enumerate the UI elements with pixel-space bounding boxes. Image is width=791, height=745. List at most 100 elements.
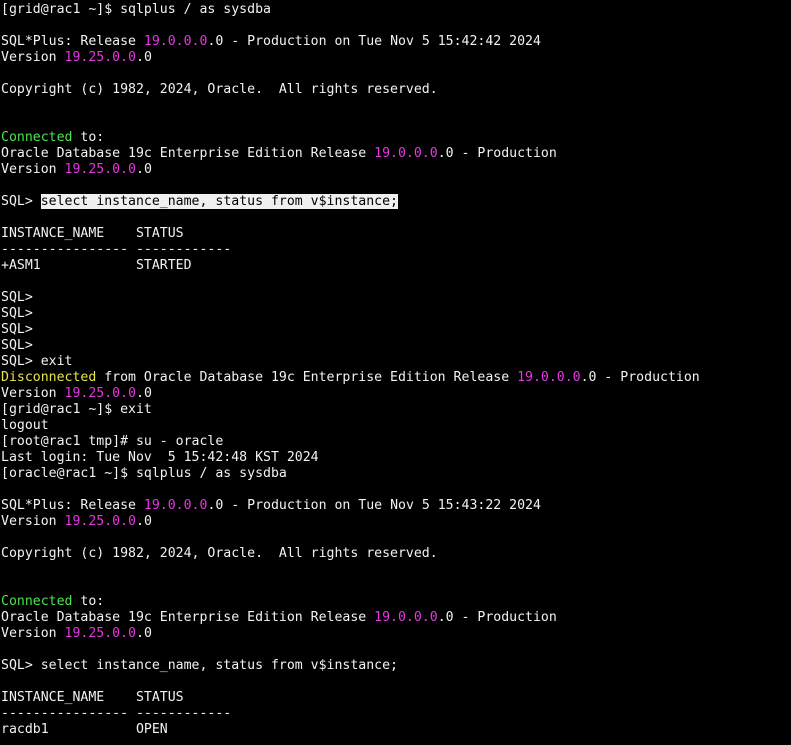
terminal-text: Oracle Database 19c Enterprise Edition R… bbox=[1, 146, 375, 161]
terminal-line: Version 19.25.0.0.0 bbox=[1, 50, 790, 66]
terminal-line: Connected to: bbox=[1, 130, 790, 146]
terminal-text: .0 bbox=[136, 386, 152, 401]
connected-status-text: Connected bbox=[1, 594, 73, 609]
terminal-line: ---------------- ------------ bbox=[1, 242, 790, 258]
terminal-line: Version 19.25.0.0.0 bbox=[1, 514, 790, 530]
terminal-text: [oracle@rac1 ~]$ sqlplus / as sysdba bbox=[1, 466, 287, 481]
terminal-text: SQL> exit bbox=[1, 354, 73, 369]
terminal-line: SQL> bbox=[1, 338, 790, 354]
terminal-text: Version bbox=[1, 50, 65, 65]
terminal-text: [grid@rac1 ~]$ exit bbox=[1, 402, 152, 417]
terminal-line: [root@rac1 tmp]# su - oracle bbox=[1, 434, 790, 450]
terminal-text: INSTANCE_NAME STATUS bbox=[1, 690, 184, 705]
terminal-line: Copyright (c) 1982, 2024, Oracle. All ri… bbox=[1, 82, 790, 98]
terminal-text: Version bbox=[1, 386, 65, 401]
terminal-text: Copyright (c) 1982, 2024, Oracle. All ri… bbox=[1, 546, 438, 561]
terminal-line: Copyright (c) 1982, 2024, Oracle. All ri… bbox=[1, 546, 790, 562]
version-number: 19.25.0.0 bbox=[64, 50, 136, 65]
terminal-text: Version bbox=[1, 514, 65, 529]
terminal-text: .0 - Production bbox=[437, 610, 557, 625]
terminal-text: .0 - Production bbox=[580, 370, 700, 385]
terminal-line: Disconnected from Oracle Database 19c En… bbox=[1, 370, 790, 386]
version-number: 19.0.0.0 bbox=[374, 146, 438, 161]
terminal-line: ---------------- ------------ bbox=[1, 706, 790, 722]
version-number: 19.25.0.0 bbox=[64, 514, 136, 529]
terminal-text: racdb1 OPEN bbox=[1, 722, 168, 737]
terminal-text: SQL> bbox=[1, 338, 33, 353]
terminal-line: Version 19.25.0.0.0 bbox=[1, 626, 790, 642]
terminal-line: INSTANCE_NAME STATUS bbox=[1, 226, 790, 242]
terminal-text: [root@rac1 tmp]# su - oracle bbox=[1, 434, 224, 449]
terminal-line: SQL> bbox=[1, 306, 790, 322]
terminal-text: ---------------- ------------ bbox=[1, 242, 232, 257]
terminal-text: SQL> bbox=[1, 290, 33, 305]
terminal-line: [grid@rac1 ~]$ exit bbox=[1, 402, 790, 418]
terminal-text: Oracle Database 19c Enterprise Edition R… bbox=[1, 610, 375, 625]
terminal-text: Copyright (c) 1982, 2024, Oracle. All ri… bbox=[1, 82, 438, 97]
terminal-text: SQL*Plus: Release bbox=[1, 34, 144, 49]
terminal-text: to: bbox=[72, 594, 105, 609]
terminal-text: .0 bbox=[136, 162, 152, 177]
terminal-line: INSTANCE_NAME STATUS bbox=[1, 690, 790, 706]
terminal-line: Oracle Database 19c Enterprise Edition R… bbox=[1, 146, 790, 162]
version-number: 19.0.0.0 bbox=[143, 498, 208, 513]
terminal-line: SQL*Plus: Release 19.0.0.0.0 - Productio… bbox=[1, 34, 790, 50]
terminal-text: Version bbox=[1, 162, 65, 177]
terminal-line: SQL> bbox=[1, 290, 790, 306]
terminal-text: SQL> select instance_name, status from v… bbox=[1, 658, 398, 673]
terminal-text: INSTANCE_NAME STATUS bbox=[1, 226, 184, 241]
terminal-line: SQL> select instance_name, status from v… bbox=[1, 194, 790, 210]
disconnected-status-text: Disconnected bbox=[1, 370, 97, 385]
terminal-line: racdb1 OPEN bbox=[1, 722, 790, 738]
terminal-line: [oracle@rac1 ~]$ sqlplus / as sysdba bbox=[1, 466, 790, 482]
terminal-text: SQL*Plus: Release bbox=[1, 498, 144, 513]
terminal-text: [grid@rac1 ~]$ sqlplus / as sysdba bbox=[1, 2, 271, 17]
terminal-text: SQL> bbox=[1, 306, 33, 321]
terminal-text: .0 - Production on Tue Nov 5 15:42:42 20… bbox=[207, 34, 541, 49]
terminal-line: [grid@rac1 ~]$ sqlplus / as sysdba bbox=[1, 2, 790, 18]
terminal-line: Version 19.25.0.0.0 bbox=[1, 162, 790, 178]
terminal-text: Last login: Tue Nov 5 15:42:48 KST 2024 bbox=[1, 450, 319, 465]
terminal-text: logout bbox=[1, 418, 49, 433]
terminal-text: SQL> bbox=[1, 194, 41, 209]
version-number: 19.25.0.0 bbox=[64, 386, 136, 401]
version-number: 19.0.0.0 bbox=[374, 610, 438, 625]
terminal-line: Last login: Tue Nov 5 15:42:48 KST 2024 bbox=[1, 450, 790, 466]
terminal-text: to: bbox=[72, 130, 105, 145]
terminal-line: SQL> bbox=[1, 322, 790, 338]
terminal-line: Version 19.25.0.0.0 bbox=[1, 386, 790, 402]
terminal-text: .0 bbox=[136, 514, 152, 529]
terminal-text: +ASM1 STARTED bbox=[1, 258, 192, 273]
terminal-text: .0 - Production on Tue Nov 5 15:43:22 20… bbox=[207, 498, 541, 513]
terminal-text: .0 bbox=[136, 50, 152, 65]
terminal-text: .0 - Production bbox=[437, 146, 557, 161]
terminal-line: SQL> exit bbox=[1, 354, 790, 370]
terminal-text: from Oracle Database 19c Enterprise Edit… bbox=[96, 370, 518, 385]
terminal-line: +ASM1 STARTED bbox=[1, 258, 790, 274]
terminal-output[interactable]: [grid@rac1 ~]$ sqlplus / as sysdba SQL*Pl… bbox=[1, 2, 790, 738]
connected-status-text: Connected bbox=[1, 130, 73, 145]
terminal-line: Oracle Database 19c Enterprise Edition R… bbox=[1, 610, 790, 626]
terminal-line: logout bbox=[1, 418, 790, 434]
terminal-text: SQL> bbox=[1, 322, 33, 337]
version-number: 19.25.0.0 bbox=[64, 162, 136, 177]
version-number: 19.0.0.0 bbox=[517, 370, 581, 385]
terminal-line: SQL> select instance_name, status from v… bbox=[1, 658, 790, 674]
version-number: 19.0.0.0 bbox=[143, 34, 208, 49]
terminal-text: Version bbox=[1, 626, 65, 641]
terminal-line: SQL*Plus: Release 19.0.0.0.0 - Productio… bbox=[1, 498, 790, 514]
version-number: 19.25.0.0 bbox=[64, 626, 136, 641]
